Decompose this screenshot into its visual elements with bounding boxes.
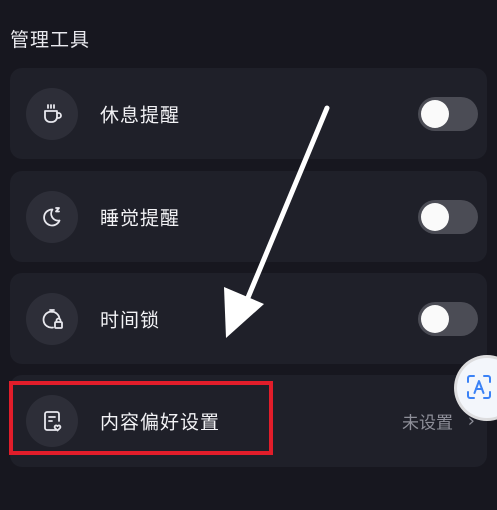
section-title: 管理工具 — [10, 29, 91, 51]
time-lock-toggle[interactable] — [418, 301, 478, 336]
toggle-knob — [421, 202, 449, 231]
toggle-knob — [421, 304, 449, 333]
coffee-cup-icon — [26, 87, 78, 140]
sleep-reminder-row: 睡觉提醒 — [10, 171, 487, 262]
content-preference-row[interactable]: 内容偏好设置 未设置 › — [10, 375, 487, 467]
time-lock-row: 时间锁 — [10, 273, 487, 364]
toggle-knob — [421, 99, 449, 128]
rest-reminder-row: 休息提醒 — [10, 68, 487, 159]
content-preference-label: 内容偏好设置 — [100, 411, 221, 434]
rest-reminder-label: 休息提醒 — [100, 104, 181, 126]
document-heart-icon — [26, 395, 78, 447]
time-lock-label: 时间锁 — [100, 309, 161, 331]
content-preference-value: 未设置 — [402, 413, 453, 434]
moon-icon — [26, 190, 78, 243]
sleep-reminder-toggle[interactable] — [418, 199, 478, 234]
rest-reminder-toggle[interactable] — [418, 96, 478, 131]
text-recognition-icon — [467, 375, 491, 399]
timer-lock-icon — [26, 292, 78, 345]
sleep-reminder-label: 睡觉提醒 — [100, 207, 181, 229]
